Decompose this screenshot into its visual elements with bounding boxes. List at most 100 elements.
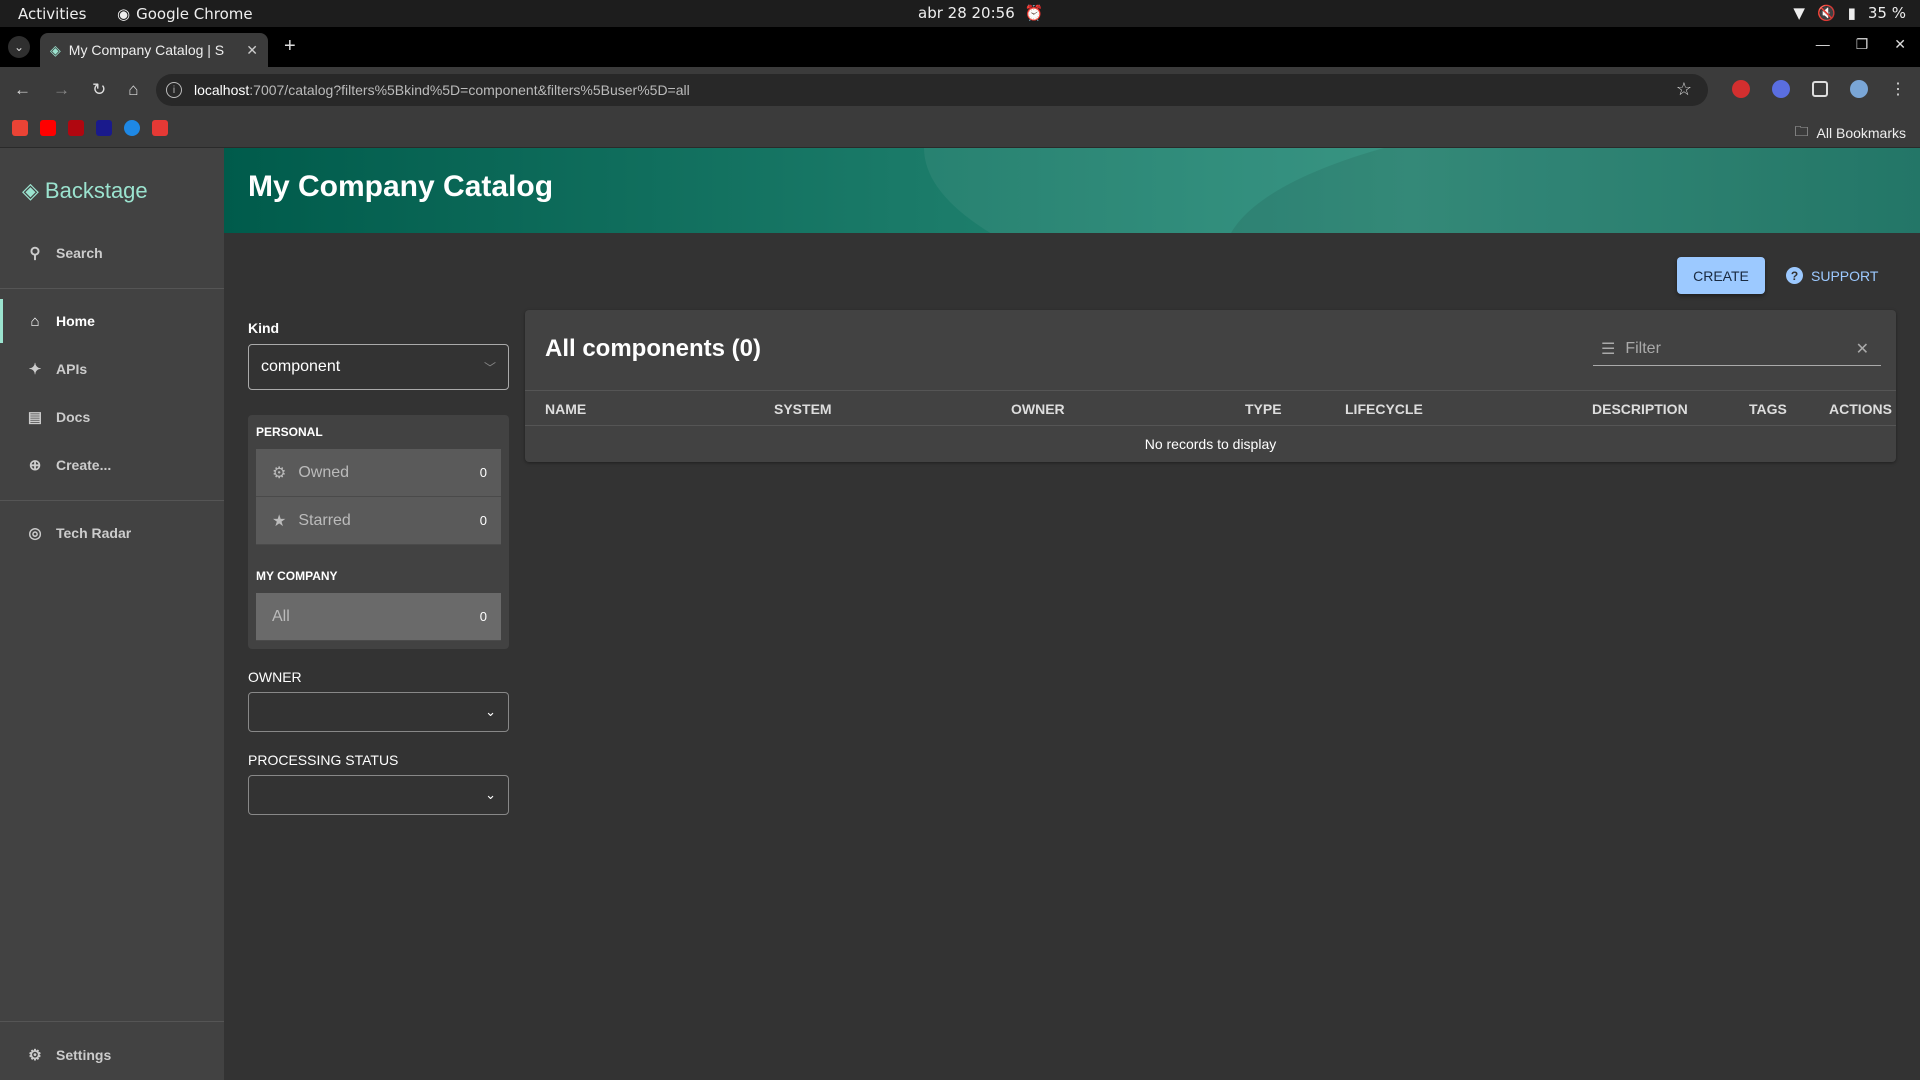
back-icon[interactable]: ← (14, 80, 31, 100)
site-info-icon[interactable]: i (166, 82, 182, 98)
system-tray[interactable]: ▼ 🔇 ▮ 35 % (1793, 4, 1906, 22)
column-header[interactable]: TAGS (1749, 401, 1787, 417)
activities-button[interactable]: Activities (18, 5, 86, 23)
app-menu[interactable]: ◉ Google Chrome (117, 5, 253, 23)
starred-filter[interactable]: ★ Starred 0 (256, 497, 501, 545)
column-header[interactable]: TYPE (1245, 401, 1282, 417)
table-filter-input[interactable]: ☰ Filter ✕ (1593, 332, 1881, 366)
sidebar-divider (0, 500, 224, 501)
sidebar-item-label: Settings (56, 1047, 112, 1063)
owned-label: Owned (298, 463, 350, 481)
reload-icon[interactable]: ↻ (92, 80, 106, 100)
chevron-down-icon: ⌄ (485, 787, 496, 802)
wifi-icon: ▼ (1793, 4, 1805, 22)
sidebar-item-label: Tech Radar (56, 525, 132, 541)
play-bookmark-icon[interactable] (124, 120, 140, 136)
chevron-down-icon: ﹀ (483, 360, 496, 375)
create-button[interactable]: CREATE (1677, 257, 1765, 294)
filter-icon: ☰ (1601, 340, 1616, 358)
all-label: All (272, 607, 290, 625)
column-header[interactable]: DESCRIPTION (1592, 401, 1688, 417)
components-table: All components (0) ☰ Filter ✕ NAME SYSTE… (525, 310, 1896, 462)
tab-title: My Company Catalog | S (68, 42, 225, 58)
search-icon: ⚲ (29, 245, 41, 262)
tab-strip: ⌄ ◈ My Company Catalog | S ✕ + — ❐ ✕ (0, 27, 1920, 67)
tab-catalog[interactable]: ◈ My Company Catalog | S ✕ (40, 33, 268, 67)
alarm-icon: ⏰ (1024, 4, 1044, 22)
battery-text: 35 % (1867, 4, 1906, 22)
tab-search-button[interactable]: ⌄ (8, 36, 30, 58)
gmail-bookmark-icon[interactable] (12, 120, 28, 136)
owned-count: 0 (479, 465, 487, 480)
owned-filter[interactable]: ⚙ Owned 0 (256, 449, 501, 497)
column-header[interactable]: OWNER (1011, 401, 1065, 417)
sidebar-item-home[interactable]: ⌂ Home (0, 299, 224, 343)
youtube-bookmark-icon[interactable] (40, 120, 56, 136)
restore-icon[interactable]: ❐ (1856, 36, 1869, 53)
gear-icon: ⚙ (272, 464, 287, 482)
radar-icon: ◎ (28, 525, 42, 542)
processing-status-label: PROCESSING STATUS (248, 752, 399, 768)
catalog-filters: Kind component ﹀ PERSONAL ⚙ Owned 0 ★ St… (248, 320, 509, 815)
home-browser-icon[interactable]: ⌂ (128, 80, 138, 100)
brand-name: Backstage (44, 178, 148, 203)
table-header: NAME SYSTEM OWNER TYPE LIFECYCLE DESCRIP… (525, 390, 1896, 426)
clock-text: abr 28 20:56 (918, 4, 1015, 22)
personal-header: PERSONAL (256, 425, 323, 439)
table-title: All components (0) (545, 335, 762, 362)
column-header[interactable]: SYSTEM (774, 401, 832, 417)
browser-toolbar: ← → ↻ ⌂ i localhost:7007/catalog?filters… (0, 67, 1920, 112)
close-window-icon[interactable]: ✕ (1894, 36, 1906, 53)
extension-gear-icon[interactable] (1772, 80, 1790, 98)
minimize-icon[interactable]: — (1816, 36, 1830, 53)
browser-menu-icon[interactable]: ⋮ (1890, 79, 1906, 99)
empty-message: No records to display (1144, 436, 1277, 452)
filter-placeholder: Filter (1625, 339, 1661, 357)
all-bookmarks-button[interactable]: 🗀 All Bookmarks (1795, 121, 1906, 145)
gear-icon: ⚙ (28, 1047, 42, 1064)
netflix-bookmark-icon[interactable] (68, 120, 84, 136)
backstage-logo[interactable]: ◈ Backstage (22, 178, 148, 204)
profile-avatar[interactable] (1850, 80, 1868, 98)
owner-select[interactable]: ⌄ (248, 692, 509, 732)
tc-bookmark-icon[interactable] (96, 120, 112, 136)
sidebar-item-docs[interactable]: ▤ Docs (0, 395, 224, 439)
bookmark-star-icon[interactable]: ☆ (1676, 79, 1692, 100)
address-bar[interactable]: i localhost:7007/catalog?filters%5Bkind%… (156, 74, 1708, 106)
clock[interactable]: abr 28 20:56 ⏰ (918, 4, 1043, 22)
all-filter[interactable]: All 0 (256, 593, 501, 641)
sidebar-search[interactable]: ⚲ Search (0, 231, 224, 275)
sidebar-item-tech-radar[interactable]: ◎ Tech Radar (0, 511, 224, 555)
column-header[interactable]: NAME (545, 401, 586, 417)
battery-icon: ▮ (1847, 4, 1856, 22)
app-name: Google Chrome (136, 5, 253, 23)
new-tab-button[interactable]: + (284, 35, 296, 58)
processing-status-select[interactable]: ⌄ (248, 775, 509, 815)
column-header[interactable]: LIFECYCLE (1345, 401, 1423, 417)
clear-filter-icon[interactable]: ✕ (1856, 339, 1869, 359)
all-count: 0 (479, 609, 487, 624)
sidebar-item-apis[interactable]: ✦ APIs (0, 347, 224, 391)
starred-label: Starred (298, 511, 351, 529)
all-bookmarks-label: All Bookmarks (1816, 125, 1906, 141)
user-filter-panel: PERSONAL ⚙ Owned 0 ★ Starred 0 MY COMPAN… (248, 415, 509, 649)
star-icon: ★ (272, 512, 287, 530)
calendar-bookmark-icon[interactable] (152, 120, 168, 136)
forward-icon[interactable]: → (53, 80, 70, 100)
backstage-logo-icon: ◈ (22, 178, 39, 203)
page-header: My Company Catalog (224, 148, 1920, 233)
sidebar-item-settings[interactable]: ⚙ Settings (0, 1033, 224, 1077)
support-label: SUPPORT (1811, 267, 1879, 284)
extensions-puzzle-icon[interactable] (1812, 81, 1828, 97)
kind-select[interactable]: component ﹀ (248, 344, 509, 390)
extension-red-icon[interactable] (1732, 80, 1750, 98)
sidebar-item-create[interactable]: ⊕ Create... (0, 443, 224, 487)
sidebar-divider (0, 1021, 224, 1022)
close-tab-icon[interactable]: ✕ (246, 42, 258, 59)
puzzle-icon: ✦ (28, 361, 42, 378)
support-button[interactable]: ? SUPPORT (1786, 257, 1878, 294)
add-circle-icon: ⊕ (28, 457, 42, 474)
sidebar-divider (0, 288, 224, 289)
kind-label: Kind (248, 320, 280, 336)
volume-muted-icon: 🔇 (1816, 4, 1836, 22)
